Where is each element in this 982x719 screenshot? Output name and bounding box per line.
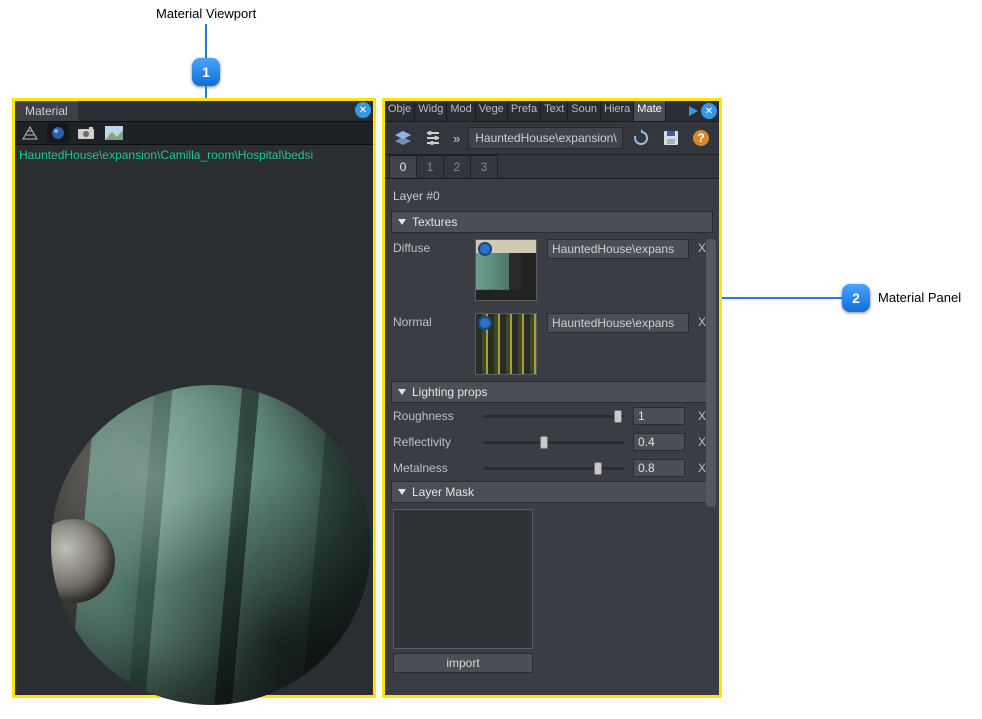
panel-close-button[interactable]: ✕ — [701, 103, 717, 119]
settings-sliders-icon[interactable] — [421, 126, 445, 150]
material-viewport-panel: Material ✕ HauntedHouse\expansion\Camill… — [12, 98, 376, 698]
layer-mask-area: import — [391, 503, 713, 677]
tab-textures[interactable]: Text — [541, 101, 568, 121]
normal-path-input[interactable]: HauntedHouse\expans — [547, 313, 689, 333]
close-icon: ✕ — [705, 106, 713, 117]
tab-modifiers[interactable]: Mod — [447, 101, 475, 121]
texture-label: Diffuse — [393, 239, 465, 255]
texture-row-normal: Normal HauntedHouse\expans X — [391, 307, 713, 381]
panel-top-tabstrip: Obje Widg Mod Vege Prefa Text Soun Hiera… — [385, 101, 719, 121]
prop-row-roughness: Roughness 1 X — [391, 403, 713, 429]
viewport-tabbar: Material ✕ — [15, 101, 373, 121]
layer-name-label: Layer #0 — [391, 185, 713, 211]
camera-snapshot-icon[interactable] — [75, 123, 97, 143]
tab-material[interactable]: Mate — [634, 101, 665, 121]
roughness-value-input[interactable]: 1 — [633, 407, 685, 425]
wireframe-icon[interactable] — [19, 123, 41, 143]
close-icon: ✕ — [359, 105, 367, 116]
reflectivity-slider[interactable] — [483, 434, 625, 450]
tab-hierarchy[interactable]: Hiera — [601, 101, 634, 121]
prop-row-metalness: Metalness 0.8 X — [391, 455, 713, 481]
layer-tab-1[interactable]: 1 — [416, 155, 444, 178]
panel-body: Layer #0 Textures Diffuse HauntedHouse\e… — [385, 179, 719, 695]
section-header-textures[interactable]: Textures — [391, 211, 713, 233]
callout-panel-label: Material Panel — [878, 290, 961, 305]
prop-label: Roughness — [393, 409, 475, 423]
texture-row-diffuse: Diffuse HauntedHouse\expans X — [391, 233, 713, 307]
play-icon[interactable] — [689, 106, 698, 116]
svg-text:?: ? — [697, 131, 704, 145]
collapse-triangle-icon — [398, 489, 406, 495]
visibility-eye-icon[interactable] — [478, 316, 492, 330]
tab-widgets[interactable]: Widg — [415, 101, 447, 121]
layer-subtabs: 0 1 2 3 — [385, 155, 719, 179]
prop-label: Reflectivity — [393, 435, 475, 449]
import-mask-button[interactable]: import — [393, 653, 533, 673]
callout-balloon-1: 1 — [192, 58, 220, 86]
texture-label: Normal — [393, 313, 465, 329]
section-header-lighting[interactable]: Lighting props — [391, 381, 713, 403]
diffuse-path-input[interactable]: HauntedHouse\expans — [547, 239, 689, 259]
sphere-shaded-icon[interactable] — [47, 123, 69, 143]
callout-balloon-2: 2 — [842, 284, 870, 312]
help-icon[interactable]: ? — [689, 126, 713, 150]
tab-sounds[interactable]: Soun — [568, 101, 601, 121]
background-image-icon[interactable] — [103, 123, 125, 143]
asset-path-label: HauntedHouse\expansion\Camilla_room\Hosp… — [15, 145, 373, 165]
metalness-slider[interactable] — [483, 460, 625, 476]
viewport-close-button[interactable]: ✕ — [355, 102, 371, 118]
layer-tab-0[interactable]: 0 — [389, 155, 417, 178]
layer-tab-2[interactable]: 2 — [443, 155, 471, 178]
material-panel: Obje Widg Mod Vege Prefa Text Soun Hiera… — [382, 98, 722, 698]
refresh-icon[interactable] — [629, 126, 653, 150]
normal-thumbnail[interactable] — [475, 313, 537, 375]
tab-objects[interactable]: Obje — [385, 101, 415, 121]
section-title: Layer Mask — [412, 485, 474, 499]
callout-viewport-label: Material Viewport — [156, 6, 256, 21]
prop-row-reflectivity: Reflectivity 0.4 X — [391, 429, 713, 455]
viewport-tab-material[interactable]: Material — [15, 101, 78, 121]
visibility-eye-icon[interactable] — [478, 242, 492, 256]
viewport-canvas[interactable] — [15, 165, 373, 695]
tab-vegetation[interactable]: Vege — [476, 101, 508, 121]
prop-label: Metalness — [393, 461, 475, 475]
layer-mask-slot[interactable] — [393, 509, 533, 649]
roughness-slider[interactable] — [483, 408, 625, 424]
material-preview-sphere — [51, 385, 371, 705]
section-title: Textures — [412, 215, 457, 229]
reflectivity-value-input[interactable]: 0.4 — [633, 433, 685, 451]
viewport-toolbar — [15, 121, 373, 145]
layer-tab-3[interactable]: 3 — [470, 155, 498, 178]
collapse-triangle-icon — [398, 219, 406, 225]
layers-icon[interactable] — [391, 126, 415, 150]
panel-toolbar: » HauntedHouse\expansion\ ? — [385, 121, 719, 155]
section-title: Lighting props — [412, 385, 487, 399]
save-icon[interactable] — [659, 126, 683, 150]
panel-scrollbar[interactable] — [706, 239, 716, 685]
material-path-input[interactable]: HauntedHouse\expansion\ — [468, 127, 623, 149]
callout-line — [205, 24, 207, 60]
breadcrumb-chevron-icon: » — [451, 131, 462, 146]
tab-prefabs[interactable]: Prefa — [508, 101, 541, 121]
section-header-mask[interactable]: Layer Mask — [391, 481, 713, 503]
collapse-triangle-icon — [398, 389, 406, 395]
metalness-value-input[interactable]: 0.8 — [633, 459, 685, 477]
diffuse-thumbnail[interactable] — [475, 239, 537, 301]
